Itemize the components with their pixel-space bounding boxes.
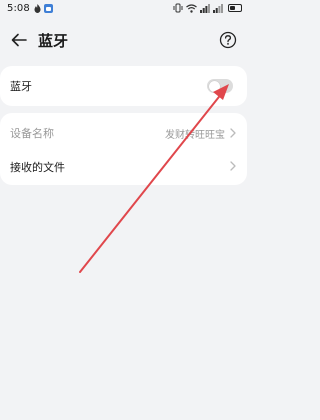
signal-icon (200, 3, 210, 16)
signal-icon (213, 3, 223, 16)
status-icons (173, 3, 223, 16)
page-title: 蓝牙 (38, 32, 69, 50)
vibrate-icon (173, 3, 183, 16)
status-bar: 5:08 (0, 0, 247, 18)
status-time: 5:08 (7, 3, 30, 14)
bluetooth-label: 蓝牙 (10, 80, 32, 93)
chevron-right-icon (230, 161, 236, 171)
chevron-right-icon (230, 128, 236, 138)
bluetooth-toggle[interactable] (207, 79, 233, 93)
toggle-knob (208, 80, 220, 92)
arrow-left-icon (11, 33, 27, 47)
help-button[interactable] (217, 29, 239, 51)
device-name-row[interactable]: 设备名称 发财转旺旺宝 (0, 114, 247, 150)
flame-icon (34, 4, 41, 16)
device-card: 设备名称 发财转旺旺宝 接收的文件 (0, 113, 247, 185)
battery-level (230, 6, 235, 10)
app-header: 蓝牙 (0, 24, 247, 58)
question-circle-icon (219, 31, 237, 49)
battery-icon (228, 4, 242, 12)
bluetooth-row[interactable]: 蓝牙 (0, 68, 247, 104)
bluetooth-card: 蓝牙 (0, 66, 247, 106)
device-name-label: 设备名称 (10, 127, 54, 140)
wifi-icon (186, 3, 197, 16)
received-files-label: 接收的文件 (10, 161, 65, 174)
received-files-row[interactable]: 接收的文件 (0, 149, 247, 185)
annotation-arrow (79, 84, 229, 273)
app-icon (44, 4, 53, 16)
device-name-value: 发财转旺旺宝 (165, 130, 225, 141)
back-button[interactable] (6, 27, 32, 53)
